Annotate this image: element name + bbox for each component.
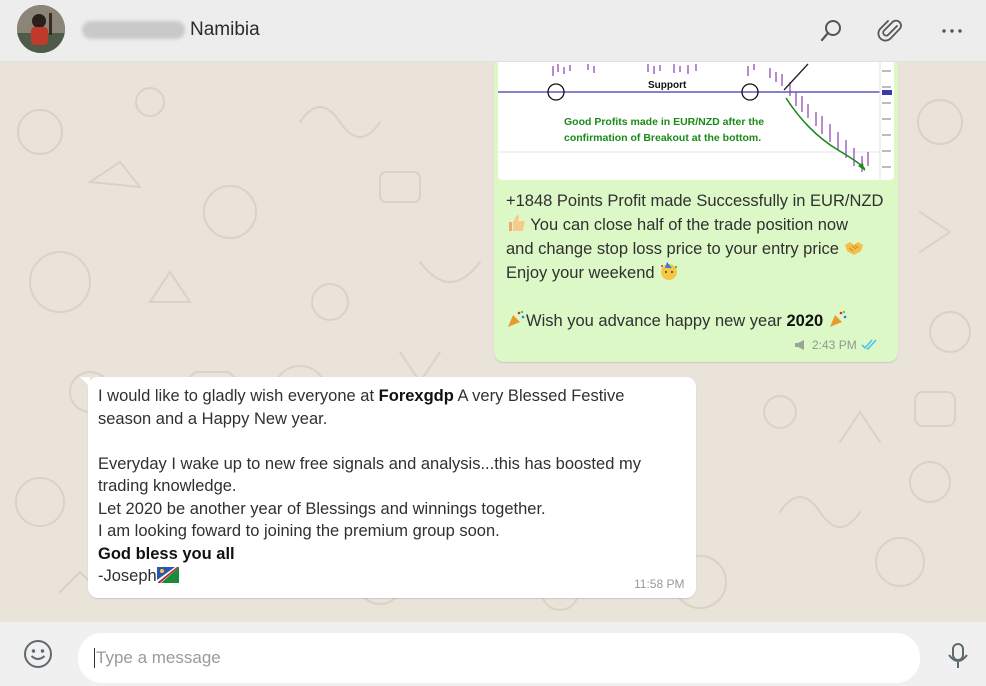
incoming-p1-c: A very Blessed Festive (453, 387, 625, 405)
microphone-icon[interactable] (945, 642, 971, 670)
outgoing-message-text: +1848 Points Profit made Successfully in… (506, 189, 890, 333)
incoming-p4: Let 2020 be another year of Blessings an… (98, 499, 546, 518)
contact-avatar[interactable] (17, 5, 65, 53)
incoming-p3: trading knowledge. (98, 477, 237, 495)
thumbs-up-icon (509, 215, 525, 231)
handshake-icon (844, 242, 863, 255)
outgoing-meta: 2:43 PM (794, 338, 879, 352)
contact-name[interactable]: Namibia (190, 19, 260, 41)
incoming-p5: I am looking foward to joining the premi… (98, 522, 500, 540)
incoming-message-text: I would like to gladly wish everyone at … (98, 385, 683, 588)
party-popper-icon (829, 311, 847, 327)
forex-chart-image[interactable]: Support Good Profits made in EUR/NZD aft… (498, 62, 894, 180)
broadcast-megaphone-icon (795, 340, 804, 350)
message-input-container[interactable] (78, 633, 920, 683)
namibia-flag-icon (156, 567, 179, 583)
chart-caption-line-1: Good Profits made in EUR/NZD after the (564, 116, 764, 128)
outgoing-line-5: Wish you advance happy new year (526, 312, 787, 330)
party-face-icon (661, 262, 678, 280)
chat-header: Namibia (0, 0, 986, 62)
incoming-forexgdp-bold: Forexgdp (378, 387, 454, 405)
chart-caption-line-2: confirmation of Breakout at the bottom. (564, 132, 761, 144)
attach-icon[interactable] (874, 14, 908, 48)
incoming-p1-d: season and a Happy New year. (98, 409, 328, 428)
contact-name-redacted (82, 21, 185, 39)
party-popper-icon (508, 311, 525, 327)
menu-icon[interactable] (935, 14, 969, 48)
outgoing-line-2: You can close half of the trade position… (530, 216, 848, 234)
outgoing-line-1: +1848 Points Profit made Successfully in… (506, 192, 884, 210)
message-input[interactable] (96, 645, 876, 671)
chart-support-label: Support (648, 80, 687, 91)
outgoing-year-bold: 2020 (786, 312, 824, 330)
read-double-check-icon (861, 339, 877, 351)
composer-bar (0, 622, 986, 686)
emoji-icon[interactable] (22, 638, 54, 670)
incoming-p2: Everyday I wake up to new free signals a… (98, 454, 641, 473)
outgoing-timestamp: 2:43 PM (812, 338, 857, 352)
outgoing-line-4: Enjoy your weekend (506, 264, 655, 282)
incoming-p1-a: I would like to gladly wish everyone at (98, 387, 379, 405)
search-icon[interactable] (815, 14, 849, 48)
incoming-p6-bold: God bless you all (98, 544, 235, 563)
incoming-timestamp: 11:58 PM (634, 577, 685, 591)
incoming-signature: -Joseph (98, 567, 157, 585)
text-caret (94, 648, 95, 668)
outgoing-line-3: and change stop loss price to your entry… (506, 240, 839, 258)
